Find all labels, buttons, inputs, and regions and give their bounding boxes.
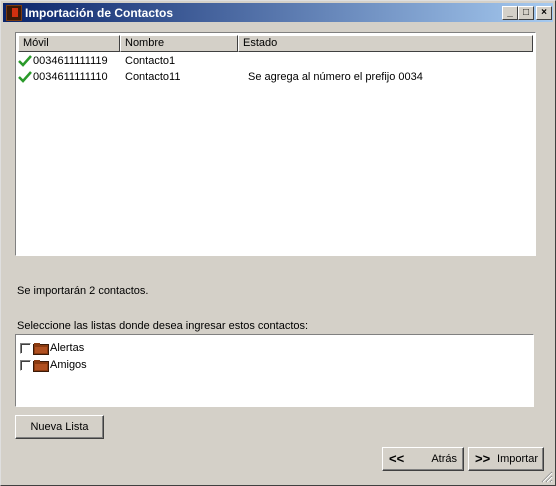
- lists-panel[interactable]: Alertas Amigos: [15, 334, 534, 407]
- table-row[interactable]: 0034611111119 Contacto1: [18, 53, 528, 69]
- lists-prompt: Seleccione las listas donde desea ingres…: [17, 320, 309, 332]
- amigos-checkbox[interactable]: [20, 359, 31, 371]
- window-title: Importación de Contactos: [25, 6, 174, 20]
- back-button[interactable]: << Atrás: [382, 447, 464, 471]
- list-item-amigos[interactable]: Amigos: [20, 357, 87, 373]
- folder-icon: [33, 359, 49, 372]
- import-button[interactable]: >> Importar: [468, 447, 544, 471]
- nombre-cell: Contacto1: [125, 55, 176, 67]
- new-list-button[interactable]: Nueva Lista: [15, 415, 104, 439]
- import-summary: Se importarán 2 contactos.: [17, 285, 149, 297]
- minimize-button[interactable]: _: [502, 6, 518, 20]
- check-icon: [18, 55, 32, 67]
- back-label: Atrás: [431, 453, 457, 465]
- new-list-label: Nueva Lista: [30, 421, 89, 433]
- list-item-alertas[interactable]: Alertas: [20, 340, 84, 356]
- column-header-movil[interactable]: Móvil: [18, 35, 120, 52]
- movil-cell: 0034611111119: [18, 55, 122, 67]
- table-row[interactable]: 0034611111110 Contacto11 Se agrega al nú…: [18, 69, 528, 85]
- column-header-estado[interactable]: Estado: [238, 35, 533, 52]
- alertas-checkbox[interactable]: [20, 342, 31, 354]
- import-contacts-window: Importación de Contactos _ □ × Móvil Nom…: [0, 0, 556, 486]
- app-icon: [6, 5, 22, 21]
- close-button[interactable]: ×: [536, 6, 552, 20]
- table-header: Móvil Nombre Estado: [18, 35, 533, 52]
- import-arrow-icon: >>: [475, 451, 491, 466]
- list-label: Alertas: [50, 342, 85, 354]
- back-arrow-icon: <<: [389, 451, 405, 466]
- import-label: Importar: [497, 453, 538, 465]
- estado-cell: Se agrega al número el prefijo 0034: [248, 71, 423, 83]
- nombre-cell: Contacto11: [125, 71, 181, 83]
- resize-grip-icon[interactable]: [541, 471, 553, 483]
- title-bar[interactable]: Importación de Contactos _ □ ×: [3, 3, 553, 22]
- check-icon: [18, 71, 32, 83]
- folder-icon: [33, 342, 49, 355]
- list-label: Amigos: [50, 359, 87, 371]
- movil-cell: 0034611111110: [18, 71, 122, 83]
- movil-value: 0034611111110: [33, 70, 108, 83]
- contacts-table[interactable]: Móvil Nombre Estado 0034611111119 Contac…: [15, 32, 536, 256]
- maximize-button[interactable]: □: [518, 6, 534, 20]
- movil-value: 0034611111119: [33, 54, 108, 67]
- column-header-nombre[interactable]: Nombre: [120, 35, 238, 52]
